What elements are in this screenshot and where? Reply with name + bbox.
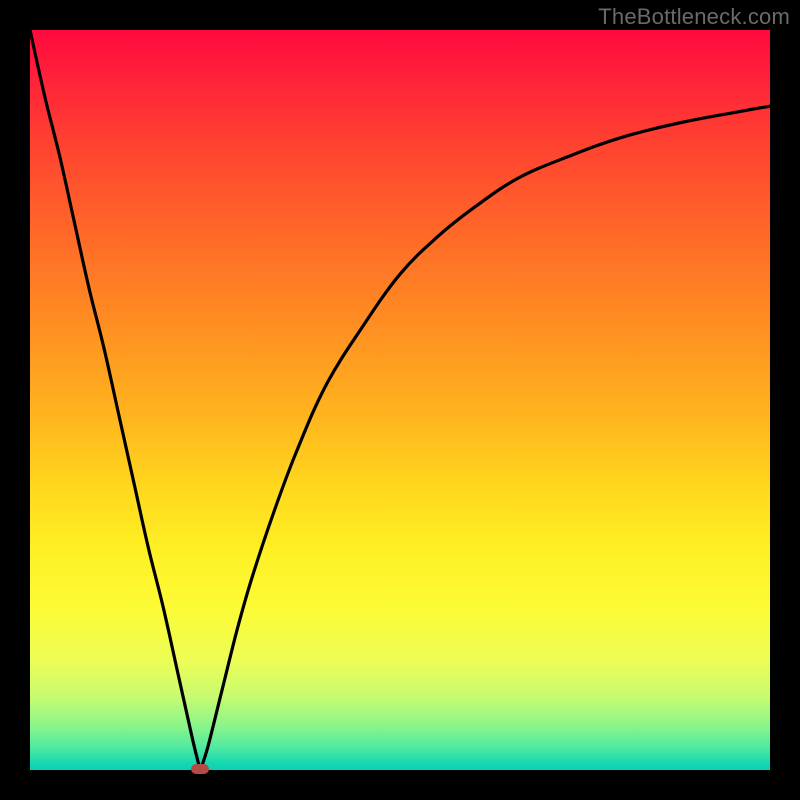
- chart-frame: TheBottleneck.com: [0, 0, 800, 800]
- watermark-text: TheBottleneck.com: [598, 4, 790, 30]
- optimal-point-marker: [191, 764, 209, 774]
- chart-plot-area: [30, 30, 770, 770]
- bottleneck-curve: [30, 30, 770, 770]
